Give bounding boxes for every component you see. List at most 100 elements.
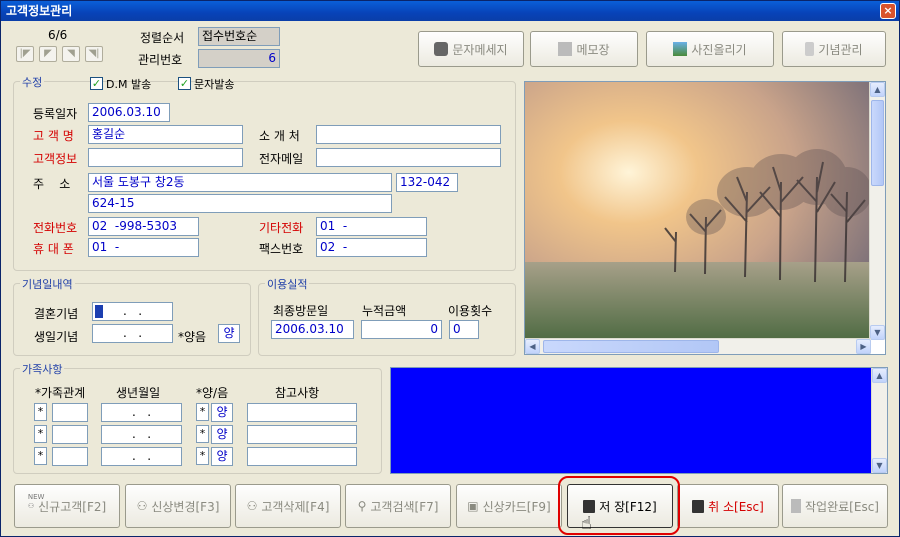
phone-field[interactable]: 02 -998-5303: [88, 217, 199, 236]
first-record-button[interactable]: |◤: [16, 46, 34, 62]
scroll-up-arrow-icon[interactable]: ▲: [870, 82, 885, 97]
memo-button[interactable]: 메모장: [530, 31, 638, 67]
address-line1-field[interactable]: 서울 도봉구 창2동: [88, 173, 392, 192]
scroll-down-arrow-icon[interactable]: ▼: [870, 325, 885, 340]
card-icon: ▣: [467, 499, 479, 513]
record-counter: 6/6: [48, 28, 68, 42]
bottle-icon: [805, 42, 815, 56]
col-relation-header: *가족관계: [35, 386, 86, 400]
customer-info-window: 고객정보관리 × 6/6 |◤ ◤ ◥ ◥| 정렬순서 접수번호순 관리번호 6…: [0, 0, 900, 537]
other-phone-label: 기타전화: [259, 221, 304, 235]
lunar-select[interactable]: 양: [211, 447, 233, 466]
address-line2-field[interactable]: 624-15: [88, 194, 392, 213]
visit-count-label: 이용횟수: [448, 304, 493, 318]
fax-field[interactable]: 02 -: [316, 238, 427, 257]
scroll-left-arrow-icon[interactable]: ◀: [525, 339, 540, 354]
delete-customer-button[interactable]: ⚇ 고객삭제[F4]: [235, 484, 341, 528]
manage-no-label: 관리번호: [138, 53, 183, 67]
required-mark: *: [34, 447, 47, 465]
lunar-select[interactable]: 양: [211, 403, 233, 422]
required-mark: *: [34, 403, 47, 421]
relation-field[interactable]: [52, 425, 88, 444]
family-group-title: 가족사항: [20, 361, 65, 377]
address-label: 주 소: [33, 177, 71, 191]
birth-date-field[interactable]: . .: [101, 403, 182, 422]
photo-vertical-scrollbar[interactable]: ▲ ▼: [869, 82, 885, 340]
window-title: 고객정보관리: [6, 4, 73, 18]
message-icon: [434, 42, 449, 56]
door-icon: [791, 499, 802, 513]
last-visit-field: 2006.03.10: [271, 320, 354, 339]
info-label: 고객정보: [33, 152, 78, 166]
mobile-label: 휴 대 폰: [33, 242, 74, 256]
zip-field[interactable]: 132-042: [396, 173, 458, 192]
fax-label: 팩스번호: [259, 242, 304, 256]
horizontal-scroll-thumb[interactable]: [543, 340, 719, 353]
scroll-right-arrow-icon[interactable]: ▶: [856, 339, 871, 354]
email-field[interactable]: [316, 148, 501, 167]
new-user-icon: NEW ⚇: [27, 493, 45, 510]
reg-date-field[interactable]: 2006.03.10: [88, 103, 170, 122]
visit-count-field: 0: [449, 320, 479, 339]
email-label: 전자메일: [259, 152, 304, 166]
dm-checkbox[interactable]: ✓: [90, 77, 103, 90]
change-info-button[interactable]: ⚇ 신상변경[F3]: [125, 484, 231, 528]
wedding-date-field[interactable]: . .: [92, 302, 173, 321]
sort-order-select[interactable]: 접수번호순: [198, 27, 280, 46]
anniversary-manage-button[interactable]: 기념관리: [782, 31, 886, 67]
required-mark: *: [196, 403, 209, 421]
last-visit-label: 최종방문일: [273, 304, 329, 318]
sms-send-label: 문자발송: [194, 78, 235, 91]
relation-field[interactable]: [52, 447, 88, 466]
required-mark: *: [196, 425, 209, 443]
scroll-down-arrow-icon[interactable]: ▼: [872, 458, 887, 473]
sms-message-button[interactable]: 문자메세지: [418, 31, 524, 67]
new-customer-button[interactable]: NEW ⚇ 신규고객[F2]: [14, 484, 120, 528]
col-note-header: 참고사항: [275, 386, 320, 400]
birth-date-field[interactable]: . .: [101, 425, 182, 444]
memo-textarea[interactable]: ▲ ▼: [390, 367, 888, 474]
search-customer-button[interactable]: ⚲ 고객검색[F7]: [345, 484, 451, 528]
birth-date-field[interactable]: . .: [101, 447, 182, 466]
photo-horizontal-scrollbar[interactable]: ◀ ▶: [525, 338, 871, 354]
intro-field[interactable]: [316, 125, 501, 144]
birthday-date-field[interactable]: . .: [92, 324, 173, 343]
mobile-field[interactable]: 01 -: [88, 238, 199, 257]
lunar-label: *양음: [178, 330, 207, 344]
note-field[interactable]: [247, 403, 357, 422]
lunar-select[interactable]: 양: [211, 425, 233, 444]
col-lunar-header: *양/음: [196, 386, 229, 400]
relation-field[interactable]: [52, 403, 88, 422]
search-user-icon: ⚲: [357, 499, 367, 513]
note-field[interactable]: [247, 447, 357, 466]
title-bar: 고객정보관리 ×: [1, 1, 899, 21]
vertical-scroll-thumb[interactable]: [871, 100, 884, 186]
lunar-select[interactable]: 양: [218, 324, 240, 343]
total-amount-field: 0: [361, 320, 442, 339]
prev-record-button[interactable]: ◤: [39, 46, 57, 62]
col-birth-header: 생년월일: [116, 386, 161, 400]
upload-photo-button[interactable]: 사진올리기: [646, 31, 774, 67]
intro-label: 소 개 처: [259, 129, 300, 143]
scroll-up-arrow-icon[interactable]: ▲: [872, 368, 887, 383]
note-field[interactable]: [247, 425, 357, 444]
other-phone-field[interactable]: 01 -: [316, 217, 427, 236]
save-button-highlight: [558, 476, 680, 535]
cancel-button[interactable]: 취 소[Esc]: [677, 484, 779, 528]
info-field[interactable]: [88, 148, 243, 167]
sms-send-checkbox[interactable]: ✓: [178, 77, 191, 90]
name-field[interactable]: 홍길순: [88, 125, 243, 144]
profile-card-button[interactable]: ▣ 신상카드[F9]: [456, 484, 562, 528]
finish-button[interactable]: 작업완료[Esc]: [782, 484, 888, 528]
anniversary-group-title: 기념일내역: [20, 276, 75, 292]
reg-date-label: 등록일자: [33, 107, 78, 121]
memo-scrollbar[interactable]: ▲ ▼: [871, 368, 887, 473]
close-button[interactable]: ×: [880, 3, 896, 19]
total-amount-label: 누적금액: [362, 304, 407, 318]
picture-icon: [673, 42, 688, 56]
hand-cursor-icon: ☝: [581, 513, 592, 534]
delete-user-icon: ⚇: [246, 499, 258, 513]
next-record-button[interactable]: ◥: [62, 46, 80, 62]
last-record-button[interactable]: ◥|: [85, 46, 103, 62]
required-mark: *: [196, 447, 209, 465]
